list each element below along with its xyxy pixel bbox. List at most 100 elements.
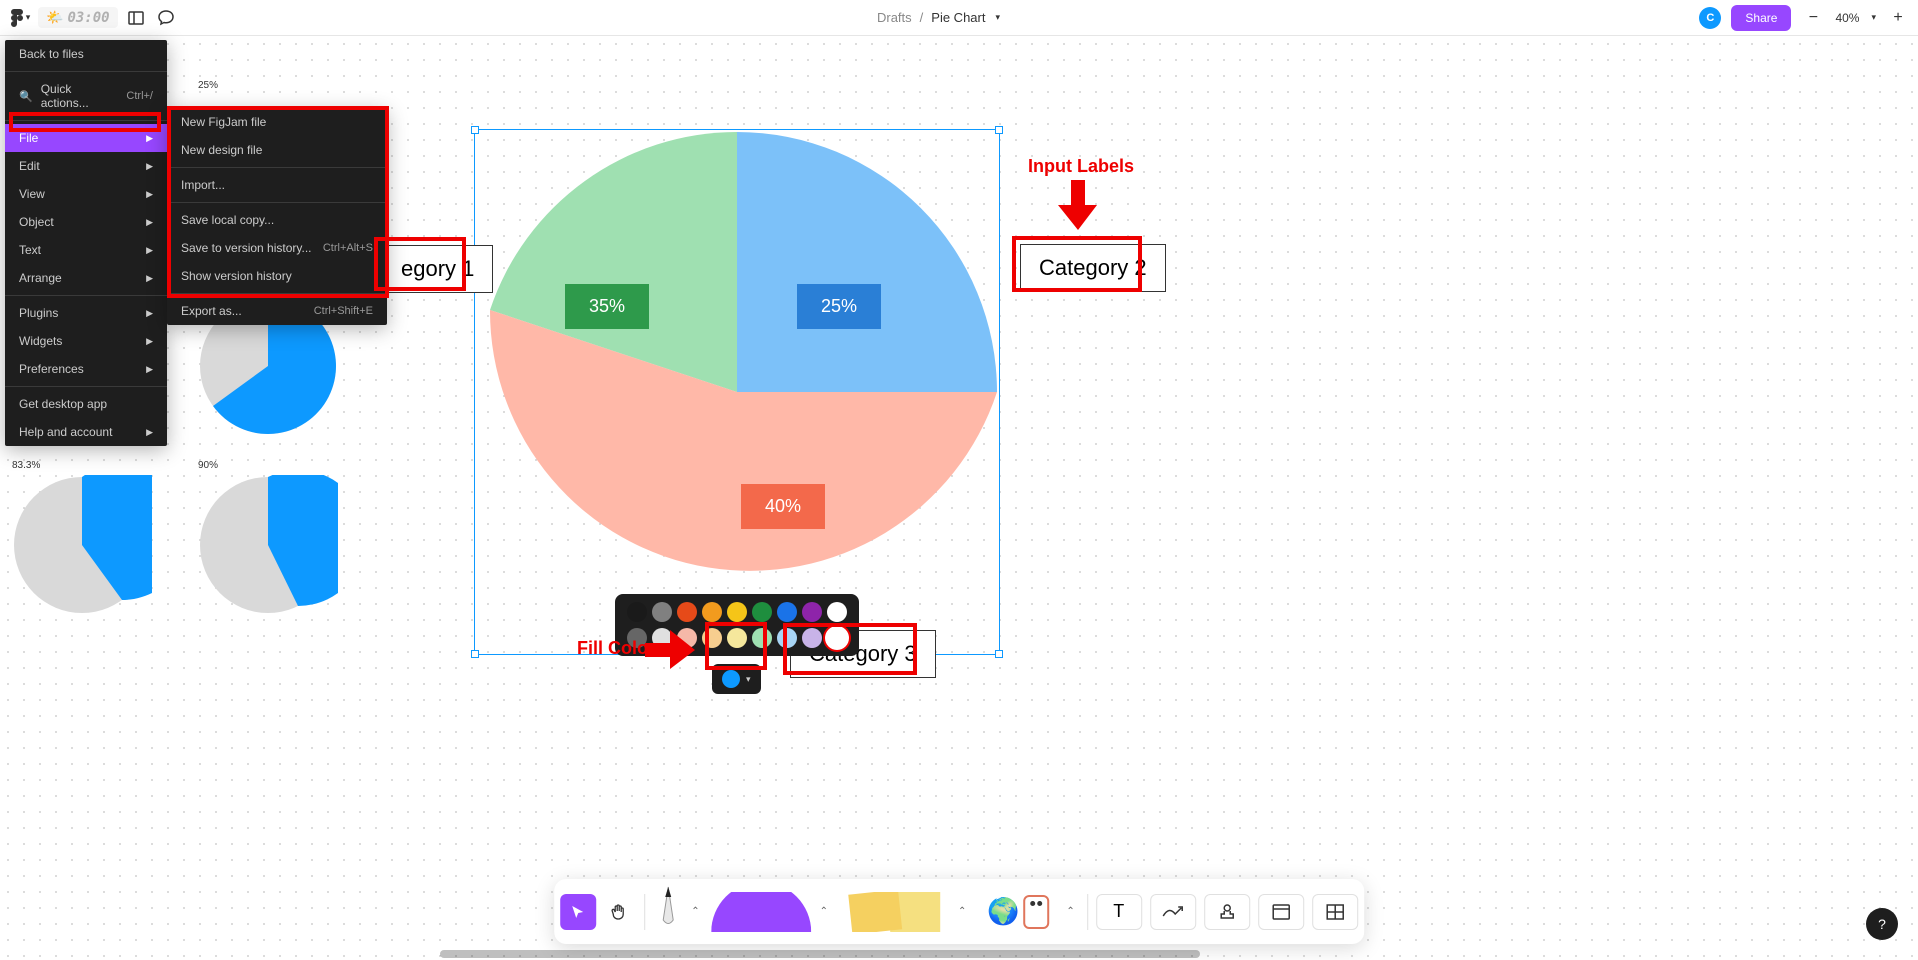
arrow-down-icon bbox=[1058, 180, 1098, 235]
table-tool[interactable] bbox=[1312, 894, 1358, 930]
small-pie-25[interactable]: 25% bbox=[198, 80, 218, 95]
menu-text[interactable]: Text▶ bbox=[5, 236, 167, 264]
template-tool[interactable] bbox=[1258, 894, 1304, 930]
small-pie-90[interactable]: 90% bbox=[198, 460, 338, 620]
search-icon: 🔍 bbox=[19, 90, 33, 103]
color-swatch[interactable] bbox=[752, 628, 772, 648]
help-button[interactable]: ? bbox=[1866, 908, 1898, 940]
chevron-down-icon: ▾ bbox=[746, 674, 751, 685]
color-swatch[interactable] bbox=[802, 602, 822, 622]
menu-plugins[interactable]: Plugins▶ bbox=[5, 299, 167, 327]
connector-tool[interactable] bbox=[1150, 894, 1196, 930]
color-swatch[interactable] bbox=[777, 602, 797, 622]
chevron-right-icon: ▶ bbox=[146, 336, 153, 347]
color-swatch[interactable] bbox=[727, 628, 747, 648]
plus-icon[interactable]: + bbox=[1886, 6, 1910, 30]
color-swatch[interactable] bbox=[802, 628, 822, 648]
chevron-right-icon: ▶ bbox=[146, 217, 153, 228]
bottom-toolbar: ⌃ ⌃ ⌃ 🌍 ⌃ T bbox=[554, 879, 1364, 944]
submenu-new-design[interactable]: New design file bbox=[167, 136, 387, 164]
menu-arrange[interactable]: Arrange▶ bbox=[5, 264, 167, 292]
pie-chart-selection[interactable]: 35% 25% 40% bbox=[474, 129, 1000, 655]
chevron-up-icon[interactable]: ⌃ bbox=[1062, 906, 1078, 917]
selection-handle[interactable] bbox=[471, 650, 479, 658]
chevron-up-icon[interactable]: ⌃ bbox=[954, 906, 970, 917]
small-pie-833[interactable]: 83.3% bbox=[12, 460, 152, 620]
chevron-up-icon[interactable]: ⌃ bbox=[687, 906, 703, 917]
text-tool[interactable]: T bbox=[1096, 894, 1142, 930]
breadcrumb-parent: Drafts bbox=[877, 10, 912, 25]
arrow-right-icon bbox=[645, 630, 700, 670]
color-swatch[interactable] bbox=[652, 602, 672, 622]
menu-quick-actions[interactable]: 🔍 Quick actions... Ctrl+/ bbox=[5, 75, 167, 117]
fill-color-button[interactable]: ▾ bbox=[712, 664, 761, 694]
chevron-down-icon[interactable]: ▾ bbox=[1871, 12, 1876, 23]
slice-label-1: 35% bbox=[565, 284, 649, 329]
color-swatch[interactable] bbox=[827, 602, 847, 622]
color-swatch[interactable] bbox=[677, 602, 697, 622]
slice-label-3: 40% bbox=[741, 484, 825, 529]
submenu-save-local[interactable]: Save local copy... bbox=[167, 206, 387, 234]
menu-desktop-app[interactable]: Get desktop app bbox=[5, 390, 167, 418]
color-swatch[interactable] bbox=[752, 602, 772, 622]
color-row bbox=[627, 602, 847, 622]
chevron-down-icon[interactable]: ▾ bbox=[995, 12, 1000, 23]
chevron-right-icon: ▶ bbox=[146, 133, 153, 144]
small-pie-label: 25% bbox=[198, 80, 218, 91]
chevron-down-icon: ▾ bbox=[26, 12, 31, 23]
selection-handle[interactable] bbox=[995, 126, 1003, 134]
category-1-label[interactable]: egory 1 bbox=[382, 245, 493, 293]
small-pie-label: 83.3% bbox=[12, 460, 152, 471]
submenu-save-version[interactable]: Save to version history...Ctrl+Alt+S bbox=[167, 234, 387, 262]
select-tool[interactable] bbox=[560, 894, 596, 930]
chevron-right-icon: ▶ bbox=[146, 245, 153, 256]
menu-widgets[interactable]: Widgets▶ bbox=[5, 327, 167, 355]
minus-icon[interactable]: − bbox=[1801, 6, 1825, 30]
submenu-import[interactable]: Import... bbox=[167, 171, 387, 199]
figma-menu-icon[interactable]: ▾ bbox=[8, 6, 32, 30]
color-swatch-selected[interactable] bbox=[827, 628, 847, 648]
pie-chart bbox=[475, 130, 999, 654]
main-menu: Back to files 🔍 Quick actions... Ctrl+/ … bbox=[5, 40, 167, 446]
selection-handle[interactable] bbox=[471, 126, 479, 134]
color-swatch[interactable] bbox=[727, 602, 747, 622]
comment-icon[interactable] bbox=[154, 6, 178, 30]
sticky-tool[interactable] bbox=[840, 892, 950, 932]
timer-badge[interactable]: 🌤️ 03:00 bbox=[38, 7, 118, 28]
menu-back-to-files[interactable]: Back to files bbox=[5, 40, 167, 68]
widget-tool[interactable]: 🌍 bbox=[978, 887, 1058, 937]
breadcrumb[interactable]: Drafts / Pie Chart ▾ bbox=[877, 10, 1000, 25]
zoom-level[interactable]: 40% bbox=[1835, 11, 1859, 25]
annotation-fill-color: Fill Color bbox=[577, 638, 655, 659]
color-swatch[interactable] bbox=[777, 628, 797, 648]
category-2-label[interactable]: Category 2 bbox=[1020, 244, 1166, 292]
chevron-right-icon: ▶ bbox=[146, 427, 153, 438]
hand-tool[interactable] bbox=[600, 894, 636, 930]
breadcrumb-sep: / bbox=[920, 10, 924, 25]
stamp-tool[interactable] bbox=[1204, 894, 1250, 930]
menu-edit[interactable]: Edit▶ bbox=[5, 152, 167, 180]
color-swatch[interactable] bbox=[702, 628, 722, 648]
panel-toggle-icon[interactable] bbox=[124, 6, 148, 30]
menu-object[interactable]: Object▶ bbox=[5, 208, 167, 236]
horizontal-scrollbar[interactable] bbox=[440, 950, 1200, 958]
slice-category-2 bbox=[737, 132, 997, 392]
share-button[interactable]: Share bbox=[1731, 5, 1791, 31]
avatar[interactable]: C bbox=[1699, 7, 1721, 29]
shape-tool[interactable] bbox=[712, 892, 812, 932]
menu-preferences[interactable]: Preferences▶ bbox=[5, 355, 167, 383]
menu-file[interactable]: File▶ bbox=[5, 124, 167, 152]
color-swatch[interactable] bbox=[627, 602, 647, 622]
pen-tool[interactable] bbox=[653, 885, 683, 938]
submenu-show-history[interactable]: Show version history bbox=[167, 262, 387, 290]
chevron-right-icon: ▶ bbox=[146, 189, 153, 200]
chevron-right-icon: ▶ bbox=[146, 364, 153, 375]
menu-view[interactable]: View▶ bbox=[5, 180, 167, 208]
submenu-export[interactable]: Export as...Ctrl+Shift+E bbox=[167, 297, 387, 325]
submenu-new-figjam[interactable]: New FigJam file bbox=[167, 108, 387, 136]
color-swatch[interactable] bbox=[702, 602, 722, 622]
chevron-up-icon[interactable]: ⌃ bbox=[816, 906, 832, 917]
chevron-right-icon: ▶ bbox=[146, 273, 153, 284]
selection-handle[interactable] bbox=[995, 650, 1003, 658]
menu-help[interactable]: Help and account▶ bbox=[5, 418, 167, 446]
